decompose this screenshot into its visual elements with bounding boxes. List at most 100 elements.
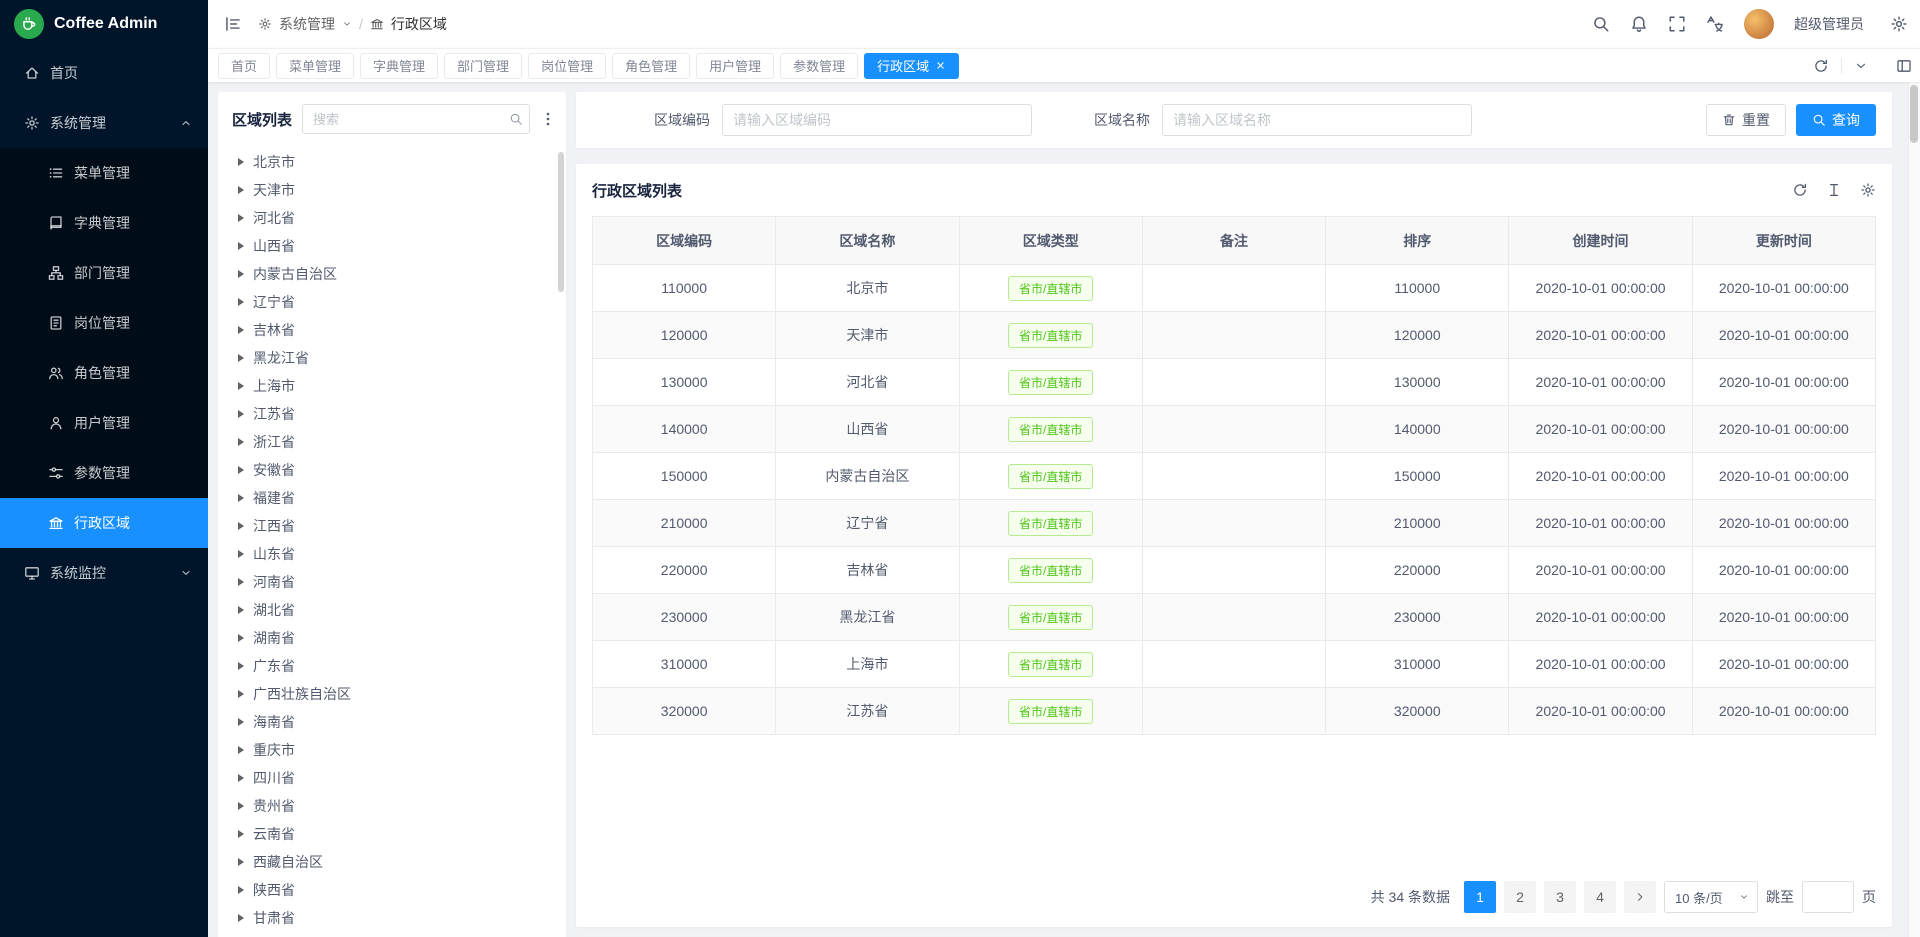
cell: 省市/直辖市 bbox=[959, 547, 1142, 594]
sidebar-subitem-3[interactable]: 岗位管理 bbox=[0, 298, 208, 348]
region-name-label: 区域名称 bbox=[1080, 110, 1150, 130]
cell: 天津市 bbox=[776, 312, 959, 359]
region-icon bbox=[370, 17, 384, 31]
layout-icon[interactable] bbox=[1896, 58, 1912, 74]
bell-icon[interactable] bbox=[1630, 15, 1648, 33]
tree-item-6[interactable]: 吉林省 bbox=[218, 316, 566, 344]
tree-item-label: 重庆市 bbox=[253, 740, 295, 760]
sidebar-subitem-1[interactable]: 字典管理 bbox=[0, 198, 208, 248]
search-icon[interactable] bbox=[1592, 15, 1610, 33]
tree-item-16[interactable]: 湖北省 bbox=[218, 596, 566, 624]
search-button[interactable]: 查询 bbox=[1796, 104, 1876, 136]
page-size-select[interactable]: 10 条/页 bbox=[1664, 881, 1758, 913]
tab-label: 角色管理 bbox=[625, 56, 677, 75]
column-header-0: 区域编码 bbox=[593, 217, 776, 265]
sidebar-subitem-2[interactable]: 部门管理 bbox=[0, 248, 208, 298]
tree-item-20[interactable]: 海南省 bbox=[218, 708, 566, 736]
page-button-1[interactable]: 1 bbox=[1464, 881, 1496, 913]
sidebar-item-1[interactable]: 系统管理 bbox=[0, 98, 208, 148]
tab-menu-chevron-icon[interactable] bbox=[1854, 59, 1868, 73]
tree-item-10[interactable]: 浙江省 bbox=[218, 428, 566, 456]
tree-item-label: 北京市 bbox=[253, 152, 295, 172]
tree-item-14[interactable]: 山东省 bbox=[218, 540, 566, 568]
page-button-4[interactable]: 4 bbox=[1584, 881, 1616, 913]
tab-7[interactable]: 参数管理 bbox=[780, 53, 858, 79]
tab-0[interactable]: 首页 bbox=[218, 53, 270, 79]
tree-item-22[interactable]: 四川省 bbox=[218, 764, 566, 792]
region-code-input[interactable] bbox=[722, 104, 1032, 136]
refresh-icon[interactable] bbox=[1813, 58, 1829, 74]
username[interactable]: 超级管理员 bbox=[1794, 14, 1864, 34]
next-page-button[interactable] bbox=[1624, 881, 1656, 913]
tree-item-label: 浙江省 bbox=[253, 432, 295, 452]
tree-item-21[interactable]: 重庆市 bbox=[218, 736, 566, 764]
tree-scrollbar[interactable] bbox=[558, 152, 564, 292]
ellipsis-menu-icon[interactable] bbox=[540, 111, 556, 127]
chevron-right-icon bbox=[238, 606, 244, 614]
close-icon[interactable] bbox=[935, 60, 946, 71]
tree-item-15[interactable]: 河南省 bbox=[218, 568, 566, 596]
tree-item-3[interactable]: 山西省 bbox=[218, 232, 566, 260]
tab-3[interactable]: 部门管理 bbox=[444, 53, 522, 79]
chevron-right-icon bbox=[238, 634, 244, 642]
page-button-2[interactable]: 2 bbox=[1504, 881, 1536, 913]
fullscreen-icon[interactable] bbox=[1668, 15, 1686, 33]
column-settings-icon[interactable] bbox=[1860, 182, 1876, 198]
jump-input[interactable] bbox=[1802, 881, 1854, 913]
tree-item-11[interactable]: 安徽省 bbox=[218, 456, 566, 484]
tree-item-25[interactable]: 西藏自治区 bbox=[218, 848, 566, 876]
tree-item-18[interactable]: 广东省 bbox=[218, 652, 566, 680]
refresh-icon[interactable] bbox=[1792, 182, 1808, 198]
tree-item-24[interactable]: 云南省 bbox=[218, 820, 566, 848]
menu-collapse-icon[interactable] bbox=[224, 15, 242, 33]
tree-item-12[interactable]: 福建省 bbox=[218, 484, 566, 512]
tree-item-23[interactable]: 贵州省 bbox=[218, 792, 566, 820]
density-icon[interactable] bbox=[1826, 182, 1842, 198]
cell bbox=[1142, 406, 1325, 453]
sidebar-subitem-0[interactable]: 菜单管理 bbox=[0, 148, 208, 198]
tree-item-26[interactable]: 陕西省 bbox=[218, 876, 566, 904]
region-code-field: 区域编码 bbox=[640, 104, 1032, 136]
region-name-input[interactable] bbox=[1162, 104, 1472, 136]
page-scrollbar[interactable] bbox=[1908, 82, 1920, 937]
chevron-right-icon bbox=[238, 438, 244, 446]
tab-2[interactable]: 字典管理 bbox=[360, 53, 438, 79]
reset-button[interactable]: 重置 bbox=[1706, 104, 1786, 136]
tree-search bbox=[302, 104, 530, 134]
translate-icon[interactable] bbox=[1706, 15, 1724, 33]
sidebar-subitem-7[interactable]: 行政区域 bbox=[0, 498, 208, 548]
tree-item-4[interactable]: 内蒙古自治区 bbox=[218, 260, 566, 288]
tree-item-7[interactable]: 黑龙江省 bbox=[218, 344, 566, 372]
tab-8[interactable]: 行政区域 bbox=[864, 53, 959, 79]
sidebar-item-label: 字典管理 bbox=[74, 213, 130, 233]
sidebar-item-2[interactable]: 系统监控 bbox=[0, 548, 208, 598]
tree-item-28[interactable]: 青海省 bbox=[218, 932, 566, 937]
tab-4[interactable]: 岗位管理 bbox=[528, 53, 606, 79]
breadcrumb-system[interactable]: 系统管理 bbox=[279, 14, 335, 34]
tree-item-8[interactable]: 上海市 bbox=[218, 372, 566, 400]
tree-item-19[interactable]: 广西壮族自治区 bbox=[218, 680, 566, 708]
tree-item-27[interactable]: 甘肃省 bbox=[218, 904, 566, 932]
sidebar-item-0[interactable]: 首页 bbox=[0, 48, 208, 98]
tree-item-9[interactable]: 江苏省 bbox=[218, 400, 566, 428]
tree-item-17[interactable]: 湖南省 bbox=[218, 624, 566, 652]
search-icon[interactable] bbox=[509, 112, 523, 126]
tree-search-input[interactable] bbox=[302, 104, 530, 134]
tab-5[interactable]: 角色管理 bbox=[612, 53, 690, 79]
tree-item-5[interactable]: 辽宁省 bbox=[218, 288, 566, 316]
page-button-3[interactable]: 3 bbox=[1544, 881, 1576, 913]
settings-gear-icon[interactable] bbox=[1890, 15, 1908, 33]
tree-item-13[interactable]: 江西省 bbox=[218, 512, 566, 540]
cell: 吉林省 bbox=[776, 547, 959, 594]
sidebar-subitem-5[interactable]: 用户管理 bbox=[0, 398, 208, 448]
tree-item-1[interactable]: 天津市 bbox=[218, 176, 566, 204]
logo[interactable]: Coffee Admin bbox=[0, 0, 208, 48]
sidebar-subitem-6[interactable]: 参数管理 bbox=[0, 448, 208, 498]
sidebar-subitem-4[interactable]: 角色管理 bbox=[0, 348, 208, 398]
page-scrollbar-thumb[interactable] bbox=[1910, 85, 1918, 143]
tab-6[interactable]: 用户管理 bbox=[696, 53, 774, 79]
tree-item-2[interactable]: 河北省 bbox=[218, 204, 566, 232]
avatar[interactable] bbox=[1744, 9, 1774, 39]
tab-1[interactable]: 菜单管理 bbox=[276, 53, 354, 79]
tree-item-0[interactable]: 北京市 bbox=[218, 148, 566, 176]
